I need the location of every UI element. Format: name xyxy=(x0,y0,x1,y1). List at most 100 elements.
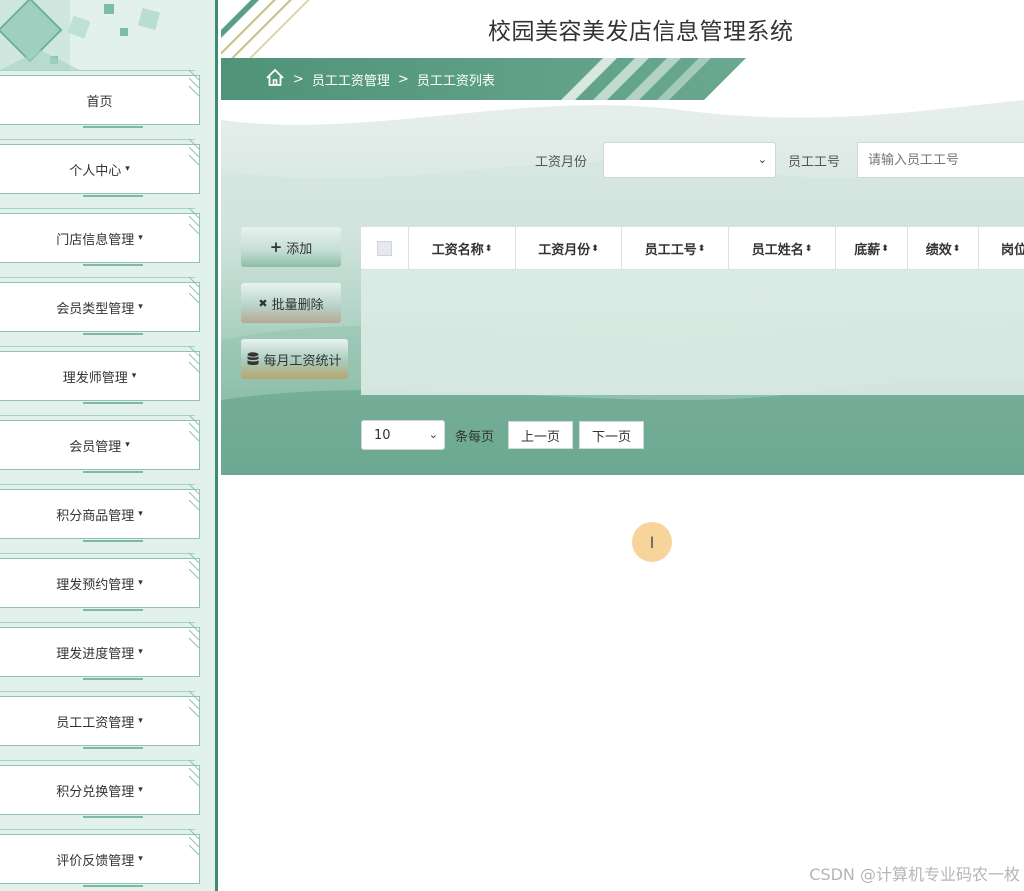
sidebar-item-label: 个人中心 xyxy=(69,163,122,179)
app-title: 校园美容美发店信息管理系统 xyxy=(488,19,794,45)
corner-ornament xyxy=(188,207,200,235)
chevron-down-icon: ▾ xyxy=(125,164,130,174)
chevron-down-icon: ▾ xyxy=(125,440,130,450)
per-page-label: 条每页 xyxy=(455,429,495,445)
sidebar-decoration xyxy=(0,0,161,70)
sidebar-item-progress[interactable]: 理发进度管理 ▾ xyxy=(0,621,200,680)
add-button-label: 添加 xyxy=(286,241,313,257)
add-button[interactable]: + 添加 xyxy=(241,227,341,267)
corner-ornament xyxy=(188,828,200,856)
next-page-button[interactable]: 下一页 xyxy=(579,421,645,449)
chevron-down-icon: ▾ xyxy=(138,716,143,726)
column-header-position[interactable]: 岗位 xyxy=(979,227,1024,270)
sort-icon: ⬍ xyxy=(804,243,813,254)
corner-ornament xyxy=(188,276,200,304)
sidebar-item-points-goods[interactable]: 积分商品管理 ▾ xyxy=(0,483,200,542)
prev-page-button[interactable]: 上一页 xyxy=(508,421,574,449)
batch-delete-button-label: 批量删除 xyxy=(271,297,324,313)
sidebar-item-label: 会员类型管理 xyxy=(56,301,135,317)
sidebar-item-label: 会员管理 xyxy=(69,439,122,455)
page-size-select[interactable]: 10 ⌄ xyxy=(361,420,445,450)
monthly-salary-stats-button[interactable]: 每月工资统计 xyxy=(241,339,348,379)
corner-ornament xyxy=(188,345,200,373)
close-icon: ✖ xyxy=(258,296,268,310)
sidebar-item-label: 积分兑换管理 xyxy=(56,784,135,800)
column-header-employee-no[interactable]: 员工工号 ⬍ xyxy=(622,227,729,270)
home-icon[interactable] xyxy=(265,68,285,88)
corner-ornament xyxy=(188,483,200,511)
title-stripes-decoration xyxy=(221,0,310,58)
column-header-label: 工资名称 xyxy=(431,243,484,258)
column-header-label: 员工工号 xyxy=(644,243,697,258)
sort-icon: ⬍ xyxy=(697,243,706,254)
chevron-down-icon: ▾ xyxy=(138,785,143,795)
sidebar-item-member[interactable]: 会员管理 ▾ xyxy=(0,414,200,473)
sidebar-item-label: 理发预约管理 xyxy=(56,577,135,593)
sidebar-item-label: 理发进度管理 xyxy=(56,646,135,662)
text-cursor-icon: I xyxy=(649,532,655,552)
select-all-cell xyxy=(361,227,409,270)
employee-no-label: 员工工号 xyxy=(788,155,841,170)
column-header-salary-name[interactable]: 工资名称 ⬍ xyxy=(409,227,516,270)
chevron-down-icon: ▾ xyxy=(138,233,143,243)
chevron-down-icon: ▾ xyxy=(138,854,143,864)
column-header-label: 岗位 xyxy=(1001,243,1024,258)
salary-month-label: 工资月份 xyxy=(535,155,588,170)
select-all-checkbox[interactable] xyxy=(377,241,392,256)
sidebar-item-points-exchange[interactable]: 积分兑换管理 ▾ xyxy=(0,759,200,818)
sort-icon: ⬍ xyxy=(952,243,961,254)
sort-icon: ⬍ xyxy=(591,243,599,254)
pagination: 10 ⌄ 条每页 上一页 下一页 xyxy=(361,420,645,450)
database-icon xyxy=(247,352,259,365)
corner-ornament xyxy=(188,414,200,442)
main-content: 校园美容美发店信息管理系统 > 员工工资管理 > 员工工资列表 工资月份 ⌄ 员… xyxy=(221,0,1024,891)
column-header-base-salary[interactable]: 底薪 ⬍ xyxy=(836,227,908,270)
sidebar-item-barber[interactable]: 理发师管理 ▾ xyxy=(0,345,200,404)
breadcrumb: > 员工工资管理 > 员工工资列表 xyxy=(293,70,495,89)
sidebar-item-store-info[interactable]: 门店信息管理 ▾ xyxy=(0,207,200,266)
batch-delete-button[interactable]: ✖ 批量删除 xyxy=(241,283,341,323)
chevron-down-icon: ▾ xyxy=(131,371,137,381)
chevron-down-icon: ▾ xyxy=(138,509,143,519)
mouse-cursor-indicator: I xyxy=(632,522,672,562)
corner-ornament xyxy=(188,759,200,787)
page-size-value: 10 xyxy=(374,427,391,443)
sidebar-item-feedback[interactable]: 评价反馈管理 ▾ xyxy=(0,828,200,887)
plus-icon: + xyxy=(269,238,283,256)
corner-ornament xyxy=(188,690,200,718)
chevron-down-icon: ⌄ xyxy=(428,428,438,441)
breadcrumb-bar: > 员工工资管理 > 员工工资列表 xyxy=(221,58,1024,100)
monthly-salary-stats-label: 每月工资统计 xyxy=(263,353,342,369)
column-header-employee-name[interactable]: 员工姓名 ⬍ xyxy=(729,227,836,270)
column-header-performance[interactable]: 绩效 ⬍ xyxy=(908,227,979,270)
corner-ornament xyxy=(188,138,200,166)
sidebar-item-label: 理发师管理 xyxy=(62,370,128,386)
chevron-down-icon: ▾ xyxy=(138,647,143,657)
column-header-label: 底薪 xyxy=(854,243,881,258)
sort-icon: ⬍ xyxy=(881,243,889,254)
chevron-down-icon: ▾ xyxy=(138,578,143,588)
employee-no-input[interactable] xyxy=(857,142,1024,178)
title-bar: 校园美容美发店信息管理系统 xyxy=(221,0,1024,58)
table-header-row: 工资名称 ⬍ 工资月份 ⬍ 员工工号 ⬍ 员工姓名 ⬍ 底薪 ⬍ 绩效 ⬍ 岗位 xyxy=(361,227,1024,270)
sidebar-item-label: 首页 xyxy=(86,94,113,110)
corner-ornament xyxy=(188,69,200,97)
sidebar-item-label: 积分商品管理 xyxy=(56,508,135,524)
salary-month-select[interactable]: ⌄ xyxy=(603,142,776,178)
sidebar-item-personal-center[interactable]: 个人中心 ▾ xyxy=(0,138,200,197)
chevron-down-icon: ▾ xyxy=(138,302,143,312)
sidebar: 首页 个人中心 ▾ 门店信息管理 ▾ 会员类型管理 ▾ 理发师管理 ▾ 会员管理 ▾ 积分… xyxy=(0,0,218,891)
sidebar-item-appointment[interactable]: 理发预约管理 ▾ xyxy=(0,552,200,611)
column-header-label: 工资月份 xyxy=(538,243,591,258)
sidebar-item-home[interactable]: 首页 xyxy=(0,69,200,128)
breadcrumb-item-salary-management[interactable]: 员工工资管理 xyxy=(312,70,390,89)
sidebar-item-salary[interactable]: 员工工资管理 ▾ xyxy=(0,690,200,749)
column-header-salary-month[interactable]: 工资月份 ⬍ xyxy=(516,227,622,270)
breadcrumb-separator: > xyxy=(397,72,409,87)
sidebar-item-label: 门店信息管理 xyxy=(56,232,135,248)
chevron-down-icon: ⌄ xyxy=(757,153,767,166)
salary-table: 工资名称 ⬍ 工资月份 ⬍ 员工工号 ⬍ 员工姓名 ⬍ 底薪 ⬍ 绩效 ⬍ 岗位 xyxy=(361,227,1024,395)
content-panel: 工资月份 ⌄ 员工工号 + 添加 ✖ 批量删除 每月工资统计 xyxy=(221,100,1024,475)
sidebar-item-member-type[interactable]: 会员类型管理 ▾ xyxy=(0,276,200,335)
sidebar-item-label: 评价反馈管理 xyxy=(56,853,135,869)
